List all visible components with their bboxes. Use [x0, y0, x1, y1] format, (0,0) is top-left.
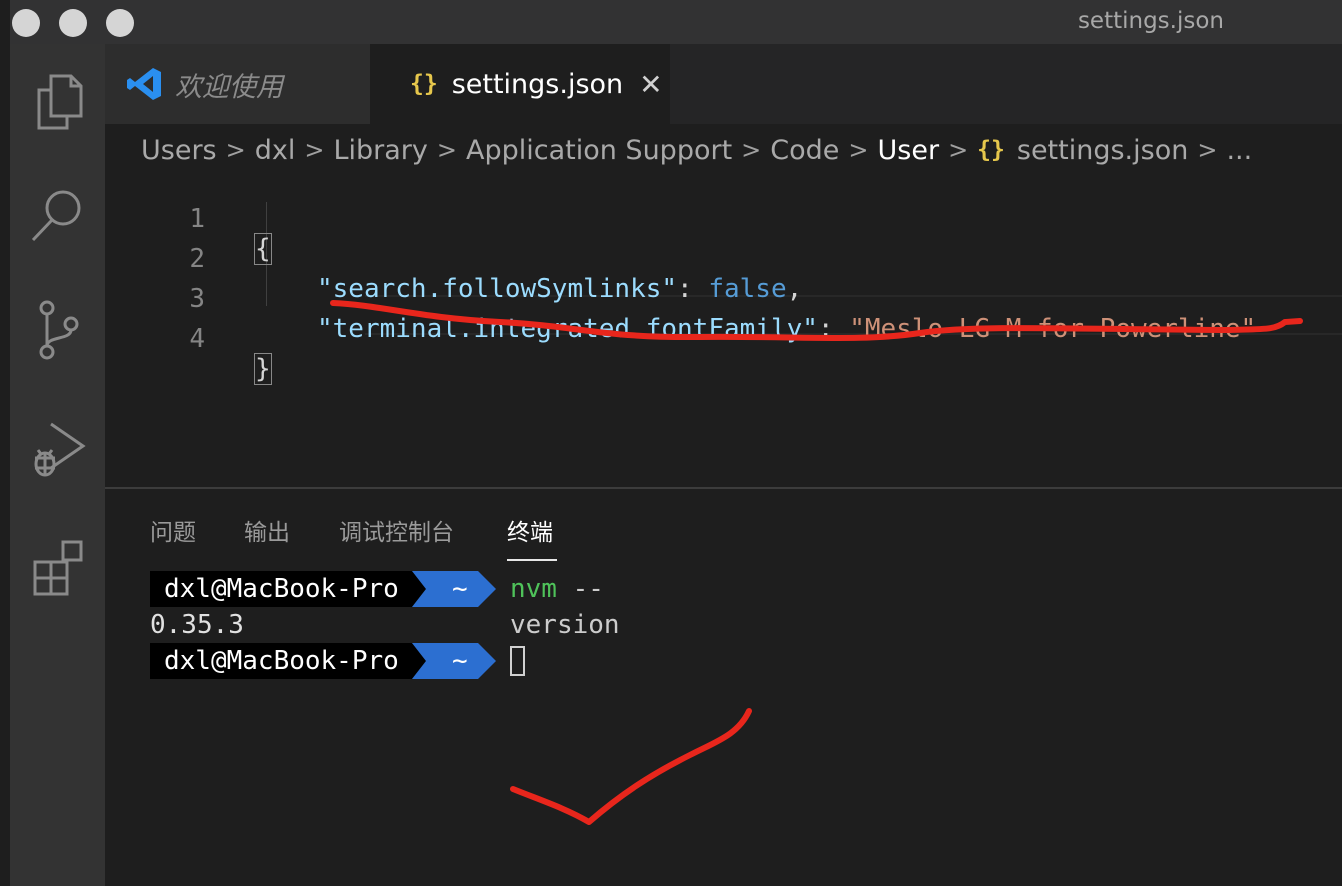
prompt-dir: ~	[452, 646, 468, 676]
breadcrumb-more[interactable]: ...	[1226, 135, 1252, 166]
command-name: nvm	[510, 574, 557, 604]
close-tab-icon[interactable]: ✕	[639, 68, 662, 101]
prompt-dir: ~	[452, 574, 468, 604]
tab-debug-console[interactable]: 调试控制台	[339, 513, 454, 547]
files-icon[interactable]	[23, 66, 93, 136]
tab-output[interactable]: 输出	[244, 513, 290, 547]
terminal-cursor	[510, 646, 525, 676]
chevron-right-icon: >	[304, 136, 325, 164]
chevron-right-icon: >	[436, 136, 457, 164]
breadcrumb-item[interactable]: Library	[333, 135, 427, 166]
code-line: 4 }	[105, 294, 1342, 385]
vscode-logo-icon	[127, 66, 163, 102]
zoom-window-button[interactable]	[106, 9, 134, 37]
title-bar: settings.json	[10, 0, 1342, 44]
json-file-icon: {}	[410, 71, 438, 97]
breadcrumb: Users > dxl > Library > Application Supp…	[141, 130, 1252, 170]
command-output: 0.35.3	[150, 610, 244, 640]
activity-bar	[10, 44, 105, 886]
tab-welcome[interactable]: 欢迎使用	[105, 44, 370, 124]
tab-terminal[interactable]: 终端	[507, 513, 553, 547]
tab-label: 欢迎使用	[175, 71, 283, 103]
minimize-window-button[interactable]	[59, 9, 87, 37]
window-title: settings.json	[1077, 8, 1224, 34]
breadcrumb-file[interactable]: settings.json	[1017, 135, 1188, 166]
breadcrumb-item[interactable]: dxl	[255, 135, 296, 166]
vscode-window: settings.json 欢迎使用 {} settings.json ✕ Us…	[10, 0, 1342, 886]
code-line: 3 "terminal.integrated.fontFamily": "Mes…	[105, 254, 1342, 344]
code-editor[interactable]: 1 { 2 "search.followSymlinks": false, 3 …	[105, 172, 1342, 482]
source-control-icon[interactable]	[23, 296, 93, 366]
breadcrumb-item[interactable]: Code	[770, 135, 839, 166]
extensions-icon[interactable]	[23, 532, 93, 602]
breadcrumb-item[interactable]: Application Support	[466, 135, 732, 166]
code-line: 2 "search.followSymlinks": false,	[105, 214, 1342, 304]
prompt-user: dxl@MacBook-Pro	[150, 643, 412, 679]
prompt-user: dxl@MacBook-Pro	[150, 571, 412, 607]
tab-settings-json[interactable]: {} settings.json ✕	[370, 44, 670, 124]
breadcrumb-item[interactable]: User	[878, 135, 940, 166]
line-number: 4	[189, 324, 205, 354]
tab-label: settings.json	[451, 68, 624, 100]
terminal-command: nvm --version	[510, 571, 620, 643]
editor-tab-bar: 欢迎使用 {} settings.json ✕	[105, 44, 1342, 124]
breadcrumb-item[interactable]: Users	[141, 135, 217, 166]
tab-problems[interactable]: 问题	[150, 513, 196, 547]
code-line: 1 {	[105, 174, 1342, 265]
chevron-right-icon: >	[741, 136, 762, 164]
json-file-icon: {}	[977, 137, 1005, 163]
search-icon[interactable]	[23, 182, 93, 252]
chevron-right-icon: >	[1197, 136, 1218, 164]
chevron-right-icon: >	[225, 136, 246, 164]
close-window-button[interactable]	[12, 9, 40, 37]
chevron-right-icon: >	[848, 136, 869, 164]
chevron-right-icon: >	[948, 136, 969, 164]
close-brace: }	[254, 353, 272, 385]
run-debug-icon[interactable]	[23, 416, 93, 486]
active-tab-indicator	[507, 559, 557, 561]
bottom-panel: 问题 输出 调试控制台 终端 dxl@MacBook-Pro ~ nvm --v…	[105, 487, 1342, 886]
